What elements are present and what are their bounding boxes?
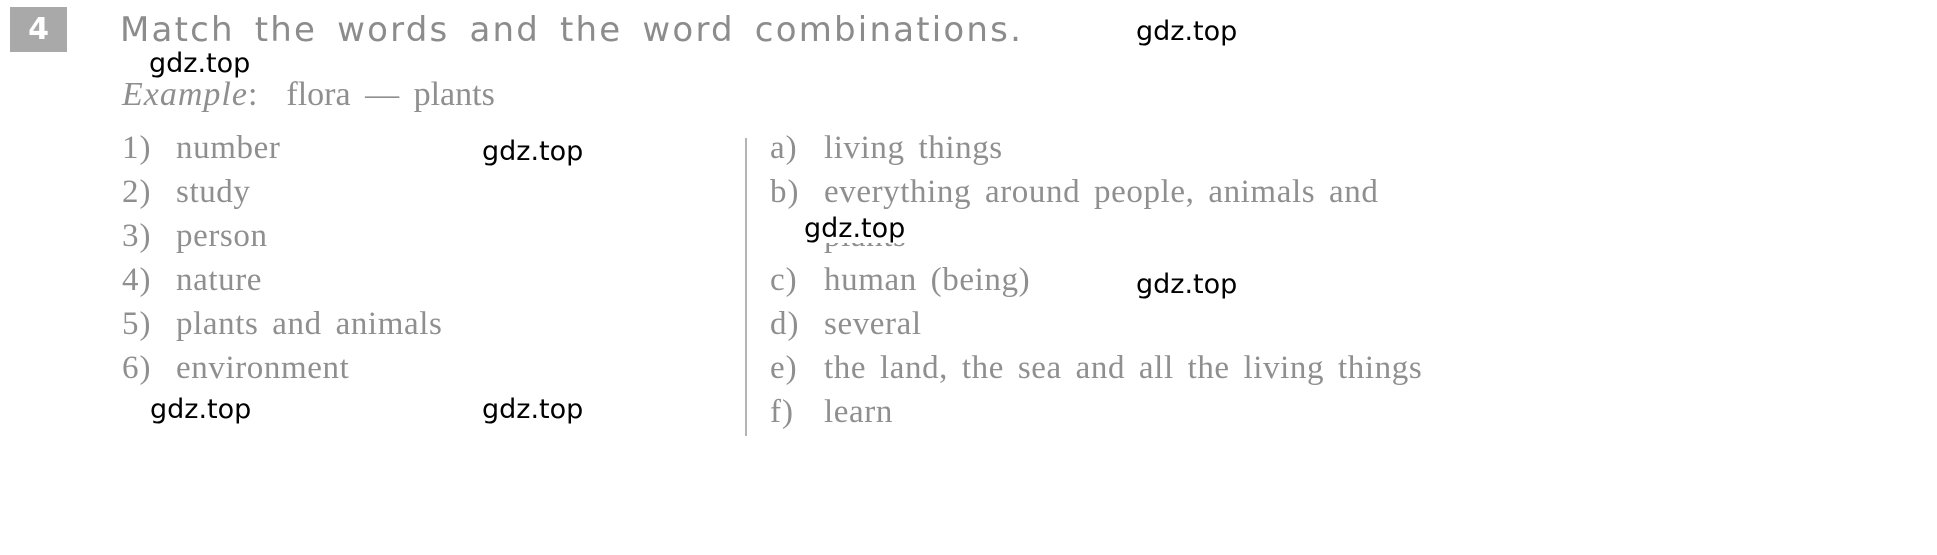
list-item-text: environment [176, 350, 350, 386]
watermark: gdz.top [1135, 269, 1239, 300]
watermark: gdz.top [148, 48, 252, 79]
list-item-marker: c) [770, 262, 798, 298]
list-item-marker: 4) [122, 262, 152, 298]
list-item[interactable]: 1) number [122, 130, 722, 174]
list-item-marker: a) [770, 130, 798, 166]
watermark: gdz.top [481, 394, 585, 425]
list-item[interactable]: a) living things [770, 130, 1930, 174]
list-item-text: number [176, 130, 281, 166]
watermark: gdz.top [481, 136, 585, 167]
list-item-marker: e) [770, 350, 798, 386]
exercise-number: 4 [28, 11, 49, 47]
list-item-text: several [824, 306, 922, 342]
example-line: Example: flora — plants [122, 76, 495, 114]
list-item[interactable]: e) the land, the sea and all the living … [770, 350, 1930, 394]
list-item-marker: 5) [122, 306, 152, 342]
list-item-text: the land, the sea and all the living thi… [824, 350, 1423, 386]
list-item-text: nature [176, 262, 263, 298]
list-item-marker: 3) [122, 218, 152, 254]
list-item[interactable]: b) everything around people, animals and [770, 174, 1930, 218]
list-item-text: living things [824, 130, 1003, 166]
list-item[interactable]: 5) plants and animals [122, 306, 722, 350]
list-item-marker: 1) [122, 130, 152, 166]
watermark: gdz.top [149, 394, 253, 425]
list-item-text: study [176, 174, 251, 210]
watermark: gdz.top [803, 213, 907, 244]
list-item[interactable]: c) human (being) [770, 262, 1930, 306]
list-item-marker: f) [770, 394, 794, 430]
list-item-text: learn [824, 394, 893, 430]
example-content: flora — plants [286, 76, 495, 113]
list-item[interactable]: 2) study [122, 174, 722, 218]
list-item[interactable]: 6) environment [122, 350, 722, 394]
list-item-text: human (being) [824, 262, 1031, 298]
list-item-marker: b) [770, 174, 800, 210]
example-separator: : [247, 76, 258, 113]
list-item-marker: 6) [122, 350, 152, 386]
list-item-continuation: b) plants [770, 218, 1930, 262]
list-item[interactable]: d) several [770, 306, 1930, 350]
watermark: gdz.top [1135, 16, 1239, 47]
matching-columns: 1) number 2) study 3) person 4) nature 5… [0, 130, 1937, 550]
list-item-marker: 2) [122, 174, 152, 210]
task-instruction: Match the words and the word combination… [120, 10, 1024, 50]
left-column-words: 1) number 2) study 3) person 4) nature 5… [122, 130, 722, 394]
exercise-number-badge: 4 [10, 7, 67, 52]
list-item-text: person [176, 218, 268, 254]
example-label: Example [122, 76, 248, 113]
list-item[interactable]: 4) nature [122, 262, 722, 306]
right-column-definitions: a) living things b) everything around pe… [770, 130, 1930, 438]
list-item-text: everything around people, animals and [824, 174, 1379, 210]
list-item[interactable]: 3) person [122, 218, 722, 262]
list-item[interactable]: f) learn [770, 394, 1930, 438]
column-divider [745, 138, 747, 436]
list-item-marker: d) [770, 306, 800, 342]
list-item-text: plants and animals [176, 306, 443, 342]
